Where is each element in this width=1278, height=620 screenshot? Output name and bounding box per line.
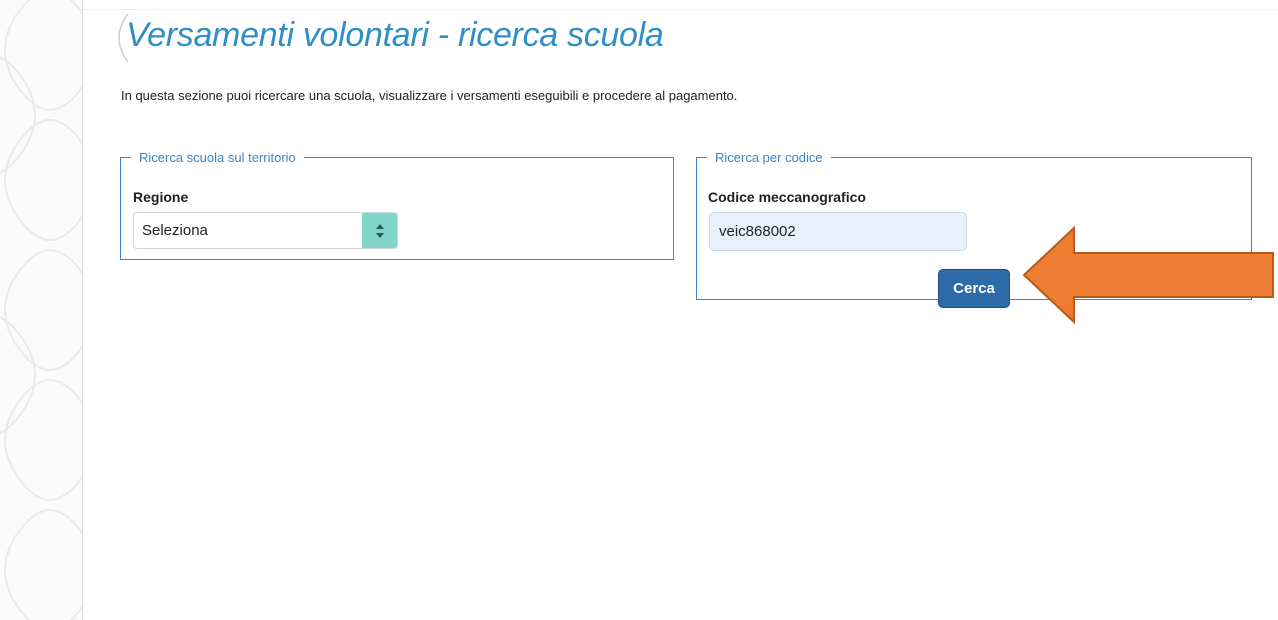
regione-select[interactable]: Seleziona <box>133 212 398 249</box>
codice-meccanografico-label: Codice meccanografico <box>708 189 866 205</box>
intro-text: In questa sezione puoi ricercare una scu… <box>121 88 738 103</box>
codice-meccanografico-input[interactable] <box>709 212 967 251</box>
left-decorative-rail <box>0 0 82 620</box>
page-title: Versamenti volontari - ricerca scuola <box>126 16 664 54</box>
regione-selected-value: Seleziona <box>142 222 208 239</box>
left-arrow-annotation-icon <box>1022 226 1274 324</box>
regione-label: Regione <box>133 189 189 205</box>
updown-chevron-icon[interactable] <box>362 213 397 248</box>
territorio-search-panel: Ricerca scuola sul territorio Regione Se… <box>120 150 674 260</box>
territorio-legend: Ricerca scuola sul territorio <box>139 150 296 165</box>
rail-divider <box>82 0 83 620</box>
rail-pattern-icon <box>0 0 82 620</box>
codice-legend: Ricerca per codice <box>715 150 823 165</box>
cerca-button[interactable]: Cerca <box>938 269 1010 308</box>
top-divider <box>83 9 1278 10</box>
